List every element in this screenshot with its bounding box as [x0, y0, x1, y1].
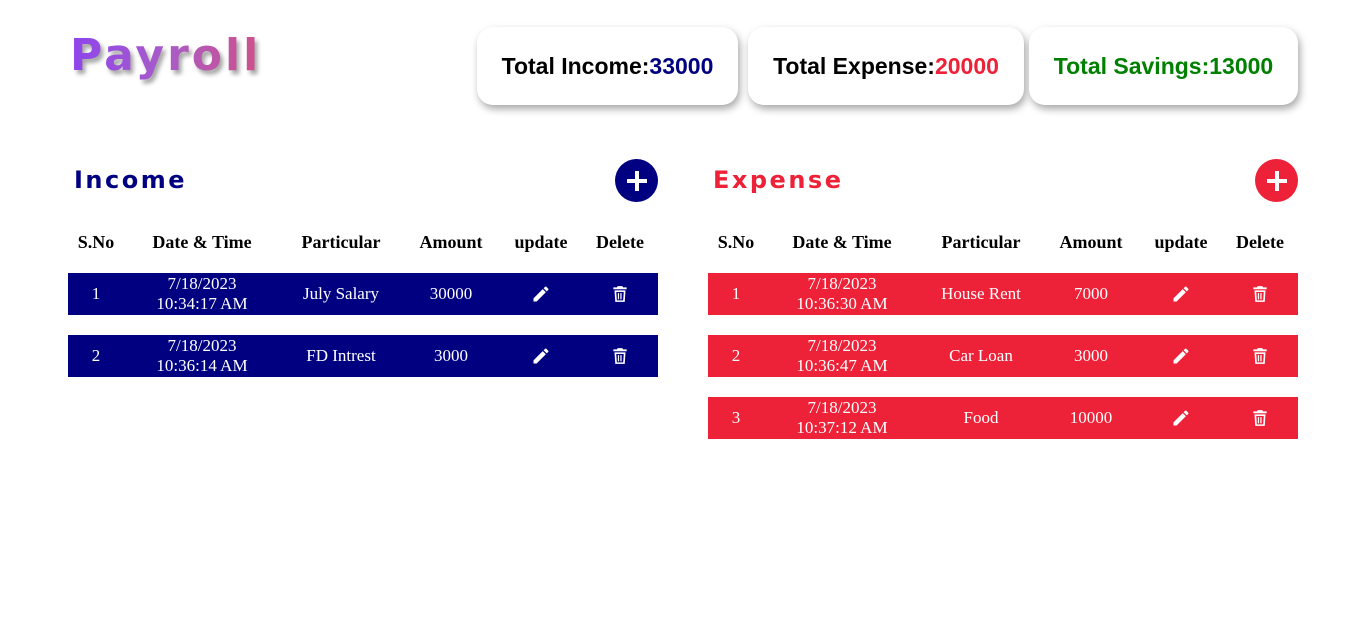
row-amount: 3000 — [1074, 346, 1108, 365]
column-header-particular: Particular — [301, 231, 381, 252]
row-time: 10:36:14 AM — [156, 356, 248, 375]
income-title: Income — [74, 166, 188, 194]
pencil-icon — [1173, 410, 1189, 426]
pencil-icon — [1173, 286, 1189, 302]
row-amount: 30000 — [429, 284, 473, 303]
plus-icon — [1266, 170, 1287, 191]
pencil-icon — [533, 286, 549, 302]
row-particular: Car Loan — [949, 346, 1013, 365]
update-button[interactable] — [1140, 346, 1222, 366]
trash-icon — [1253, 348, 1267, 364]
row-particular: House Rent — [941, 284, 1021, 303]
total-expense-value: 20000 — [934, 52, 999, 79]
row-sno: 2 — [91, 346, 101, 365]
row-amount: 7000 — [1074, 284, 1108, 303]
add-expense-button[interactable] — [1255, 159, 1298, 202]
table-row: 2 7/18/2023 10:36:14 AM FD Intrest 3000 — [68, 335, 658, 377]
column-header-delete: Delete — [596, 231, 644, 252]
delete-button[interactable] — [582, 346, 658, 366]
column-header-sno: S.No — [717, 231, 755, 252]
trash-icon — [613, 286, 627, 302]
delete-button[interactable] — [1222, 408, 1298, 428]
add-income-button[interactable] — [615, 159, 658, 202]
column-header-update: update — [514, 231, 568, 252]
row-date: 7/18/2023 — [167, 274, 237, 293]
table-row: 1 7/18/2023 10:36:30 AM House Rent 7000 — [708, 273, 1298, 315]
expense-table-header: S.No Date & Time Particular Amount updat… — [708, 230, 1298, 254]
row-time: 10:34:17 AM — [156, 294, 248, 313]
column-header-sno: S.No — [77, 231, 115, 252]
row-sno: 3 — [731, 408, 741, 427]
trash-icon — [1253, 410, 1267, 426]
app-logo: Payroll — [70, 30, 262, 81]
column-header-particular: Particular — [941, 231, 1021, 252]
column-header-update: update — [1154, 231, 1208, 252]
row-date: 7/18/2023 — [807, 274, 877, 293]
row-particular: July Salary — [302, 284, 380, 303]
row-date-time: 7/18/2023 10:34:17 AM — [124, 274, 280, 314]
table-row: 1 7/18/2023 10:34:17 AM July Salary 30000 — [68, 273, 658, 315]
row-time: 10:36:30 AM — [796, 294, 888, 313]
column-header-delete: Delete — [1236, 231, 1284, 252]
column-header-amount: Amount — [1059, 231, 1123, 252]
total-savings-value: 13000 — [1209, 52, 1274, 79]
trash-icon — [1253, 286, 1267, 302]
row-sno: 1 — [731, 284, 741, 303]
row-sno: 2 — [731, 346, 741, 365]
column-header-amount: Amount — [419, 231, 483, 252]
income-table-header: S.No Date & Time Particular Amount updat… — [68, 230, 658, 254]
delete-button[interactable] — [1222, 284, 1298, 304]
row-date-time: 7/18/2023 10:36:47 AM — [764, 336, 920, 376]
row-particular: FD Intrest — [306, 346, 376, 365]
row-time: 10:36:47 AM — [796, 356, 888, 375]
pencil-icon — [533, 348, 549, 364]
row-sno: 1 — [91, 284, 101, 303]
row-date-time: 7/18/2023 10:36:30 AM — [764, 274, 920, 314]
total-income-label: Total Income: — [501, 52, 650, 79]
row-date: 7/18/2023 — [167, 336, 237, 355]
row-date: 7/18/2023 — [807, 336, 877, 355]
update-button[interactable] — [1140, 284, 1222, 304]
update-button[interactable] — [1140, 408, 1222, 428]
table-row: 3 7/18/2023 10:37:12 AM Food 10000 — [708, 397, 1298, 439]
column-header-date-time: Date & Time — [792, 231, 892, 252]
expense-title: Expense — [713, 166, 844, 194]
plus-icon — [626, 170, 647, 191]
update-button[interactable] — [500, 346, 582, 366]
delete-button[interactable] — [1222, 346, 1298, 366]
row-date-time: 7/18/2023 10:37:12 AM — [764, 398, 920, 438]
row-amount: 10000 — [1069, 408, 1113, 427]
total-income-card: Total Income: 33000 — [477, 27, 738, 105]
pencil-icon — [1173, 348, 1189, 364]
total-income-value: 33000 — [649, 52, 714, 79]
row-particular: Food — [963, 408, 999, 427]
total-expense-label: Total Expense: — [773, 52, 935, 79]
total-savings-label: Total Savings: — [1053, 52, 1210, 79]
total-expense-card: Total Expense: 20000 — [748, 27, 1024, 105]
column-header-date-time: Date & Time — [152, 231, 252, 252]
row-time: 10:37:12 AM — [796, 418, 888, 437]
table-row: 2 7/18/2023 10:36:47 AM Car Loan 3000 — [708, 335, 1298, 377]
total-savings-card: Total Savings: 13000 — [1029, 27, 1298, 105]
row-amount: 3000 — [434, 346, 468, 365]
trash-icon — [613, 348, 627, 364]
row-date: 7/18/2023 — [807, 398, 877, 417]
update-button[interactable] — [500, 284, 582, 304]
delete-button[interactable] — [582, 284, 658, 304]
row-date-time: 7/18/2023 10:36:14 AM — [124, 336, 280, 376]
